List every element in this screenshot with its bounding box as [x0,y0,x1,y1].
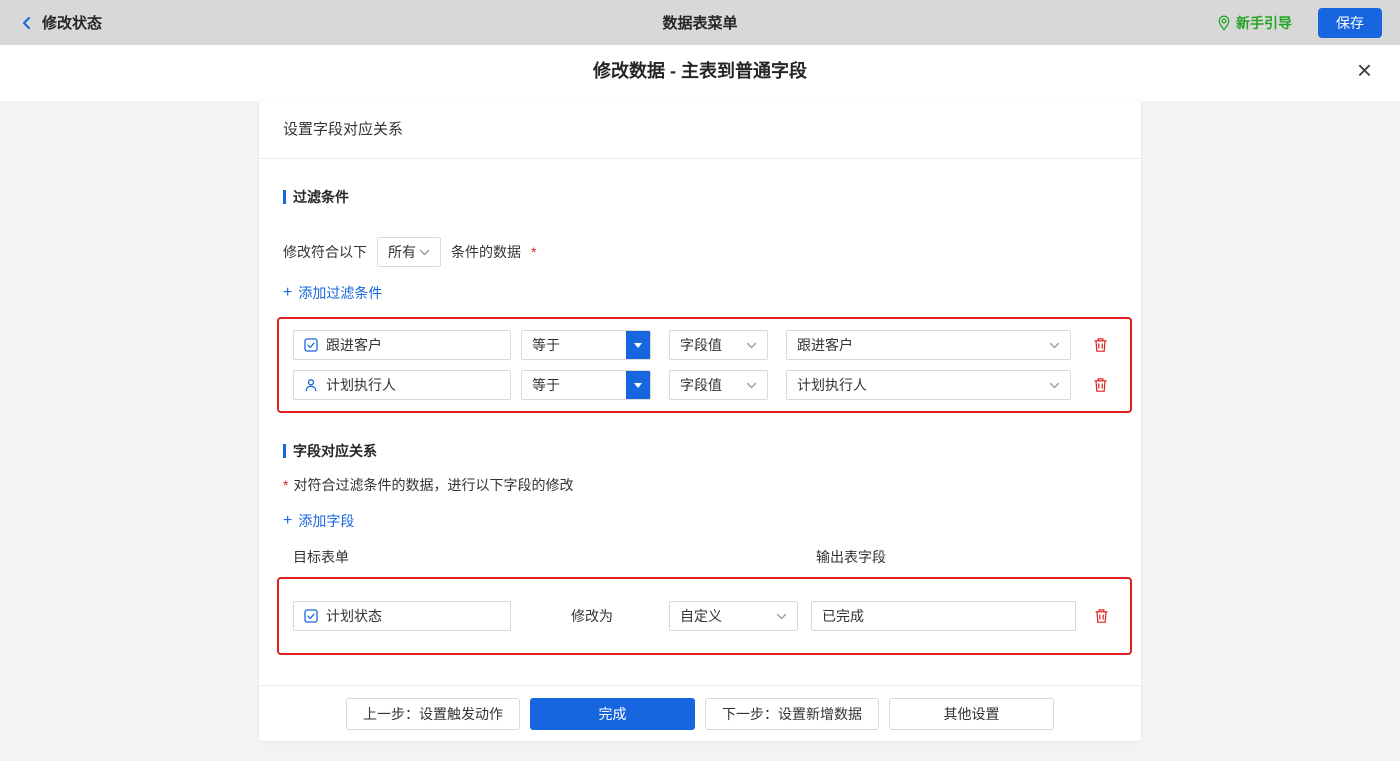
done-button[interactable]: 完成 [530,697,695,730]
chevron-down-icon [419,249,430,256]
add-field-label: 添加字段 [298,513,355,529]
value-type-label: 字段值 [680,337,722,353]
topbar-actions: 新手引导 保存 [1217,7,1382,38]
beginner-guide-link[interactable]: 新手引导 [1217,13,1292,33]
checkbox-field-icon [304,609,318,623]
checkbox-field-icon [304,338,318,352]
add-filter-link[interactable]: + 添加过滤条件 [283,283,382,303]
condition-prefix: 修改符合以下 [283,244,367,260]
required-mark: * [531,244,537,260]
plus-icon: + [283,512,293,529]
filter-section-title: 过滤条件 [283,187,1117,207]
operator-caret-button[interactable] [626,371,650,399]
section-accent-bar [283,190,286,204]
mapping-field-label: 计划状态 [326,608,382,624]
guide-label: 新手引导 [1236,14,1292,31]
plus-icon: + [283,284,293,301]
operator-select[interactable]: 等于 [521,330,651,360]
condition-line: 修改符合以下 所有 条件的数据 * [283,237,1117,267]
section-accent-bar [283,444,286,458]
chevron-down-icon [1049,342,1060,349]
delete-row-icon[interactable] [1094,608,1109,624]
mapping-section-title: 字段对应关系 [283,441,1117,461]
chevron-down-icon [1049,382,1060,389]
caret-down-icon [634,342,642,348]
mapping-column-headers: 目标表单 输出表字段 [259,547,1141,565]
chevron-down-icon [746,342,757,349]
card-header: 设置字段对应关系 [259,101,1141,159]
value-type-select[interactable]: 字段值 [669,330,768,360]
target-form-header: 目标表单 [293,549,349,565]
mapping-section-label: 字段对应关系 [293,443,377,459]
filter-row: 计划执行人 等于 字段值 计划执行人 [293,370,1116,400]
card-body: 过滤条件 修改符合以下 所有 条件的数据 * + 添加过滤条件 跟进客户 等于 … [259,159,1141,685]
filter-field-select[interactable]: 计划执行人 [293,370,511,400]
filter-section-label: 过滤条件 [293,189,349,205]
filter-field-label: 计划执行人 [326,377,396,393]
dialog-content: 设置字段对应关系 过滤条件 修改符合以下 所有 条件的数据 * + 添加过滤条件… [0,101,1400,761]
filter-value-label: 跟进客户 [797,337,853,353]
page-title: 数据表菜单 [662,15,738,32]
value-mode-select[interactable]: 自定义 [669,601,798,631]
output-field-header: 输出表字段 [816,549,886,565]
card-footer: 上一步：设置触发动作 完成 下一步：设置新增数据 其他设置 [259,685,1141,741]
match-type-value: 所有 [388,244,416,260]
dialog-title: 修改数据 - 主表到普通字段 [593,61,807,81]
required-mark: * [283,477,289,493]
mapping-row: 计划状态 修改为 自定义 [293,601,1116,631]
dialog-header: 修改数据 - 主表到普通字段 × [0,45,1400,95]
back-label[interactable]: 修改状态 [42,12,102,33]
other-settings-button[interactable]: 其他设置 [889,697,1054,730]
config-card: 设置字段对应关系 过滤条件 修改符合以下 所有 条件的数据 * + 添加过滤条件… [259,101,1141,741]
delete-row-icon[interactable] [1093,337,1108,353]
mapping-description: * 对符合过滤条件的数据，进行以下字段的修改 [283,475,1117,495]
value-mode-label: 自定义 [680,608,722,624]
operator-label: 等于 [532,377,560,393]
filter-value-label: 计划执行人 [797,377,867,393]
custom-value-input[interactable] [811,601,1076,631]
close-icon[interactable]: × [1357,57,1372,83]
chevron-down-icon [776,613,787,620]
add-filter-label: 添加过滤条件 [298,285,383,301]
filter-value-select[interactable]: 计划执行人 [786,370,1071,400]
mapping-highlight-box: 计划状态 修改为 自定义 [277,577,1132,655]
filter-row: 跟进客户 等于 字段值 跟进客户 [293,330,1116,360]
location-pin-icon [1217,15,1231,31]
chevron-down-icon [746,382,757,389]
operator-label: 等于 [532,337,560,353]
caret-down-icon [634,382,642,388]
filter-value-select[interactable]: 跟进客户 [786,330,1071,360]
operator-caret-button[interactable] [626,331,650,359]
user-field-icon [304,378,318,392]
prev-step-button[interactable]: 上一步：设置触发动作 [346,697,520,730]
save-button[interactable]: 保存 [1318,7,1382,38]
value-type-label: 字段值 [680,377,722,393]
filter-highlight-box: 跟进客户 等于 字段值 跟进客户 计划执行人 等于 字段值 计划执行人 [277,317,1132,413]
topbar: 修改状态 数据表菜单 新手引导 保存 [0,0,1400,45]
filter-field-select[interactable]: 跟进客户 [293,330,511,360]
modify-to-label: 修改为 [571,608,613,624]
mapping-field-select[interactable]: 计划状态 [293,601,511,631]
next-step-button[interactable]: 下一步：设置新增数据 [705,697,879,730]
value-type-select[interactable]: 字段值 [669,370,768,400]
delete-row-icon[interactable] [1093,377,1108,393]
back-button[interactable]: 修改状态 [18,12,102,33]
operator-select[interactable]: 等于 [521,370,651,400]
filter-field-label: 跟进客户 [326,337,382,353]
add-field-link[interactable]: + 添加字段 [283,511,354,531]
match-type-select[interactable]: 所有 [377,237,441,267]
condition-suffix: 条件的数据 [451,244,521,260]
back-chevron-icon [18,14,36,32]
mapping-description-text: 对符合过滤条件的数据，进行以下字段的修改 [293,477,574,493]
